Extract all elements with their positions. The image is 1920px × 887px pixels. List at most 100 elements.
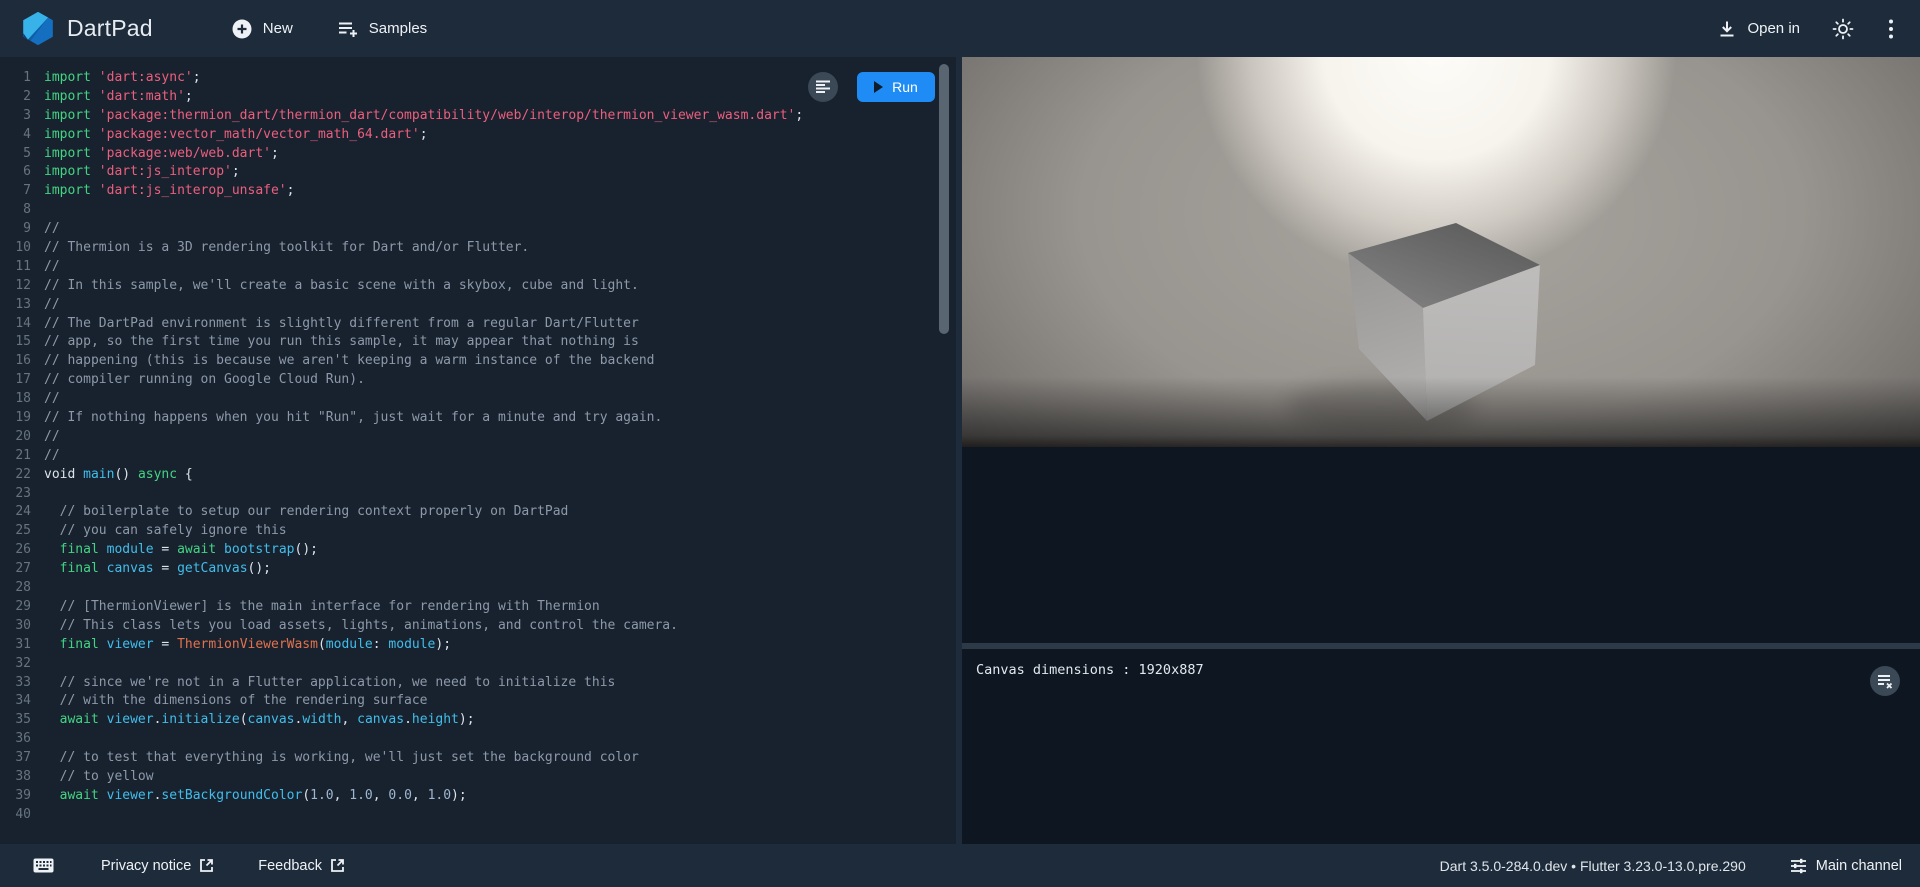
line-number: 4 bbox=[0, 126, 31, 145]
code-line[interactable]: 5import 'package:web/web.dart'; bbox=[0, 145, 956, 164]
code-text: // to yellow bbox=[31, 768, 154, 787]
line-number: 18 bbox=[0, 390, 31, 409]
header-right: Open in bbox=[1717, 16, 1920, 42]
overflow-menu-button[interactable] bbox=[1878, 16, 1904, 42]
code-line[interactable]: 23 bbox=[0, 485, 956, 504]
code-text: // bbox=[31, 296, 60, 315]
code-line[interactable]: 40 bbox=[0, 806, 956, 825]
code-line[interactable]: 21// bbox=[0, 447, 956, 466]
code-line[interactable]: 37 // to test that everything is working… bbox=[0, 749, 956, 768]
code-line[interactable]: 36 bbox=[0, 730, 956, 749]
code-line[interactable]: 25 // you can safely ignore this bbox=[0, 522, 956, 541]
line-number: 31 bbox=[0, 636, 31, 655]
code-line[interactable]: 12// In this sample, we'll create a basi… bbox=[0, 277, 956, 296]
kebab-menu-icon bbox=[1888, 18, 1894, 40]
code-line[interactable]: 22void main() async { bbox=[0, 466, 956, 485]
code-line[interactable]: 26 final module = await bootstrap(); bbox=[0, 541, 956, 560]
code-text: // happening (this is because we aren't … bbox=[31, 352, 654, 371]
samples-button-label: Samples bbox=[369, 20, 427, 37]
code-text bbox=[31, 730, 44, 749]
line-number: 14 bbox=[0, 315, 31, 334]
code-line[interactable]: 15// app, so the first time you run this… bbox=[0, 333, 956, 352]
code-line[interactable]: 34 // with the dimensions of the renderi… bbox=[0, 692, 956, 711]
code-text: await viewer.initialize(canvas.width, ca… bbox=[31, 711, 475, 730]
line-number: 7 bbox=[0, 182, 31, 201]
code-line[interactable]: 11// bbox=[0, 258, 956, 277]
theme-toggle-button[interactable] bbox=[1830, 16, 1856, 42]
code-line[interactable]: 17// compiler running on Google Cloud Ru… bbox=[0, 371, 956, 390]
app-header: DartPad New Samples Open in bbox=[0, 0, 1920, 57]
code-text: // to test that everything is working, w… bbox=[31, 749, 639, 768]
external-link-icon bbox=[199, 858, 214, 873]
code-line[interactable]: 9// bbox=[0, 220, 956, 239]
code-text: // The DartPad environment is slightly d… bbox=[31, 315, 639, 334]
samples-button[interactable]: Samples bbox=[337, 19, 427, 39]
code-text: // If nothing happens when you hit "Run"… bbox=[31, 409, 662, 428]
line-number: 26 bbox=[0, 541, 31, 560]
code-text: // This class lets you load assets, ligh… bbox=[31, 617, 678, 636]
code-text: void main() async { bbox=[31, 466, 193, 485]
keyboard-shortcuts-button[interactable] bbox=[33, 858, 54, 873]
line-number: 35 bbox=[0, 711, 31, 730]
code-line[interactable]: 27 final canvas = getCanvas(); bbox=[0, 560, 956, 579]
code-text bbox=[31, 806, 44, 825]
code-line[interactable]: 8 bbox=[0, 201, 956, 220]
code-line[interactable]: 38 // to yellow bbox=[0, 768, 956, 787]
code-line[interactable]: 31 final viewer = ThermionViewerWasm(mod… bbox=[0, 636, 956, 655]
code-line[interactable]: 19// If nothing happens when you hit "Ru… bbox=[0, 409, 956, 428]
code-line[interactable]: 30 // This class lets you load assets, l… bbox=[0, 617, 956, 636]
line-number: 22 bbox=[0, 466, 31, 485]
code-line[interactable]: 7import 'dart:js_interop_unsafe'; bbox=[0, 182, 956, 201]
channel-selector[interactable]: Main channel bbox=[1790, 857, 1902, 874]
line-number: 20 bbox=[0, 428, 31, 447]
code-line[interactable]: 14// The DartPad environment is slightly… bbox=[0, 315, 956, 334]
code-line[interactable]: 33 // since we're not in a Flutter appli… bbox=[0, 674, 956, 693]
line-number: 11 bbox=[0, 258, 31, 277]
code-text: import 'package:web/web.dart'; bbox=[31, 145, 279, 164]
code-line[interactable]: 16// happening (this is because we aren'… bbox=[0, 352, 956, 371]
playlist-add-icon bbox=[337, 19, 359, 39]
format-button[interactable] bbox=[808, 72, 838, 102]
code-line[interactable]: 24 // boilerplate to setup our rendering… bbox=[0, 503, 956, 522]
new-button[interactable]: New bbox=[231, 18, 293, 40]
code-text: // bbox=[31, 390, 60, 409]
code-line[interactable]: 28 bbox=[0, 579, 956, 598]
line-number: 36 bbox=[0, 730, 31, 749]
code-text bbox=[31, 655, 44, 674]
line-number: 6 bbox=[0, 163, 31, 182]
code-editor[interactable]: 1import 'dart:async';2import 'dart:math'… bbox=[0, 57, 956, 844]
code-line[interactable]: 10// Thermion is a 3D rendering toolkit … bbox=[0, 239, 956, 258]
code-line[interactable]: 13// bbox=[0, 296, 956, 315]
privacy-notice-link[interactable]: Privacy notice bbox=[101, 858, 214, 874]
code-line[interactable]: 20// bbox=[0, 428, 956, 447]
clear-console-button[interactable] bbox=[1870, 666, 1900, 696]
play-icon bbox=[874, 81, 883, 93]
code-line[interactable]: 3import 'package:thermion_dart/thermion_… bbox=[0, 107, 956, 126]
code-text: // you can safely ignore this bbox=[31, 522, 287, 541]
editor-scrollbar[interactable] bbox=[939, 64, 949, 334]
line-number: 30 bbox=[0, 617, 31, 636]
code-text: // Thermion is a 3D rendering toolkit fo… bbox=[31, 239, 529, 258]
code-text: import 'dart:async'; bbox=[31, 69, 201, 88]
code-line[interactable]: 32 bbox=[0, 655, 956, 674]
code-line[interactable]: 4import 'package:vector_math/vector_math… bbox=[0, 126, 956, 145]
code-line[interactable]: 39 await viewer.setBackgroundColor(1.0, … bbox=[0, 787, 956, 806]
code-text: // app, so the first time you run this s… bbox=[31, 333, 639, 352]
line-number: 12 bbox=[0, 277, 31, 296]
download-icon bbox=[1717, 19, 1737, 39]
line-number: 32 bbox=[0, 655, 31, 674]
run-button[interactable]: Run bbox=[857, 72, 935, 102]
code-line[interactable]: 29 // [ThermionViewer] is the main inter… bbox=[0, 598, 956, 617]
line-number: 34 bbox=[0, 692, 31, 711]
open-in-button[interactable]: Open in bbox=[1717, 19, 1800, 39]
code-line[interactable]: 18// bbox=[0, 390, 956, 409]
plus-circle-icon bbox=[231, 18, 253, 40]
code-line[interactable]: 6import 'dart:js_interop'; bbox=[0, 163, 956, 182]
render-canvas[interactable] bbox=[962, 57, 1920, 447]
line-number: 10 bbox=[0, 239, 31, 258]
code-text: // since we're not in a Flutter applicat… bbox=[31, 674, 615, 693]
keyboard-icon bbox=[33, 858, 54, 873]
code-line[interactable]: 35 await viewer.initialize(canvas.width,… bbox=[0, 711, 956, 730]
feedback-link[interactable]: Feedback bbox=[258, 858, 345, 874]
clear-console-icon bbox=[1877, 674, 1893, 689]
